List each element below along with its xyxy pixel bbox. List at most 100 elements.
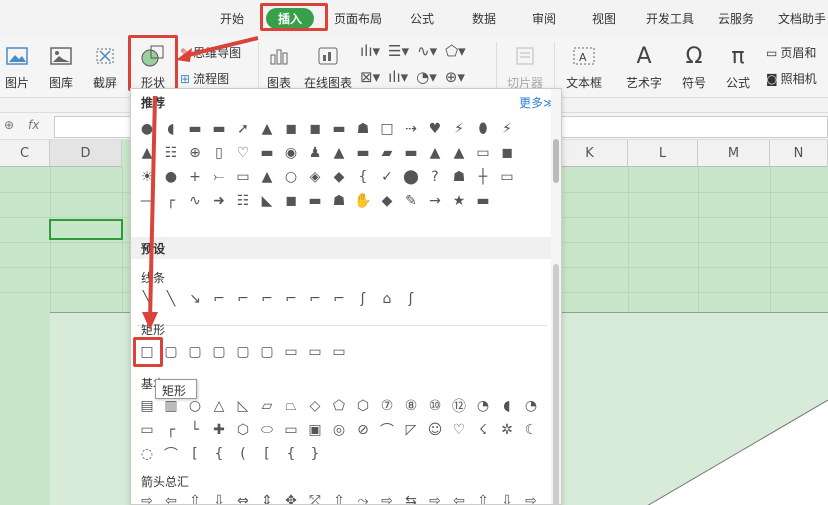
basic-shape-icon[interactable]: ◔ (473, 396, 493, 416)
selected-cell[interactable] (49, 219, 123, 240)
rect-shape-icon[interactable]: ▭ (329, 342, 349, 362)
recommended-shape-icon[interactable]: ◆ (329, 167, 349, 187)
basic-shape-icon[interactable]: ⬭ (257, 420, 277, 440)
pie-chart-icon[interactable]: ◔▾ (416, 68, 437, 86)
wordart-button[interactable]: A 艺术字 (618, 42, 670, 91)
recommended-shape-icon[interactable]: ▲ (425, 143, 445, 163)
chart-types-row-1[interactable]: ılı▾ ☰▾ ∿▾ ⬠▾ (360, 42, 466, 60)
basic-shape-icon[interactable]: ◺ (233, 396, 253, 416)
tab-page-layout[interactable]: 页面布局 (334, 10, 382, 27)
basic-shape-icon[interactable]: ◎ (329, 420, 349, 440)
column-header-d[interactable]: D (50, 140, 122, 167)
basic-shape-icon[interactable]: ⬡ (353, 396, 373, 416)
recommended-shape-icon[interactable]: ☗ (329, 191, 349, 211)
recommended-shape-icon[interactable]: ✎ (401, 191, 421, 211)
recommended-shape-icon[interactable]: ? (425, 167, 445, 187)
recommended-shape-icon[interactable]: ▭ (497, 167, 517, 187)
basic-shape-icon[interactable]: ✚ (209, 420, 229, 440)
column-header-l[interactable]: L (628, 140, 698, 167)
recommended-shape-icon[interactable]: ☗ (449, 167, 469, 187)
arrow-shape-icon[interactable]: ⇕ (257, 491, 277, 504)
recommended-shape-icon[interactable]: ⚡ (497, 119, 517, 139)
recommended-shape-icon[interactable]: ★ (449, 191, 469, 211)
basic-shape-icon[interactable]: ☇ (473, 420, 493, 440)
arrow-shape-icon[interactable]: ⇨ (521, 491, 541, 504)
recommended-shape-icon[interactable]: ▲ (329, 143, 349, 163)
basic-shape-icon[interactable]: ☾ (521, 420, 541, 440)
symbol-button[interactable]: Ω 符号 (676, 42, 712, 91)
scrollbar[interactable] (551, 89, 561, 504)
column-header-k[interactable]: K (552, 140, 628, 167)
column-header-c[interactable]: C (0, 140, 50, 167)
basic-shape-icon[interactable]: ( (233, 444, 253, 464)
chart-types-row-2[interactable]: ⊠▾ ılı▾ ◔▾ ⊕▾ (360, 68, 465, 86)
recommended-shape-icon[interactable]: { (353, 167, 373, 187)
basic-shape-icon[interactable]: ⌒ (377, 420, 397, 440)
arrow-shape-icon[interactable]: ⇧ (473, 491, 493, 504)
zoom-icon[interactable]: ⊕ (4, 118, 14, 132)
recommended-shape-icon[interactable]: ◈ (305, 167, 325, 187)
arrow-shape-icon[interactable]: ⇔ (233, 491, 253, 504)
recommended-shape-icon[interactable]: ☗ (353, 119, 373, 139)
line-shape-icon[interactable]: ⌐ (305, 289, 325, 309)
basic-shape-icon[interactable]: ⊘ (353, 420, 373, 440)
recommended-shape-icon[interactable]: ◼ (281, 119, 301, 139)
basic-shape-icon[interactable]: ⬠ (329, 396, 349, 416)
recommended-shape-icon[interactable]: ⚡ (449, 119, 469, 139)
recommended-shape-icon[interactable]: ▬ (305, 191, 325, 211)
tab-dev-tools[interactable]: 开发工具 (646, 10, 694, 27)
slicer-button[interactable]: 切片器 (505, 42, 545, 91)
screenshot-button[interactable]: 截屏 (88, 42, 122, 91)
line-chart-icon[interactable]: ∿▾ (417, 42, 437, 60)
recommended-shape-icon[interactable]: ◼ (281, 191, 301, 211)
recommended-shape-icon[interactable]: ▲ (449, 143, 469, 163)
basic-shape-icon[interactable]: ⬡ (233, 420, 253, 440)
recommended-shape-icon[interactable]: ▬ (401, 143, 421, 163)
recommended-shape-icon[interactable]: ▬ (353, 143, 373, 163)
rect-shape-icon[interactable]: ▭ (305, 342, 325, 362)
scrollbar-thumb-2[interactable] (553, 264, 559, 504)
basic-shape-icon[interactable]: { (281, 444, 301, 464)
arrow-shape-icon[interactable]: ⇩ (497, 491, 517, 504)
combo-chart-icon[interactable]: ⊕▾ (445, 68, 465, 86)
basic-shape-icon[interactable]: △ (209, 396, 229, 416)
tab-start[interactable]: 开始 (220, 10, 244, 27)
basic-shape-icon[interactable]: [ (185, 444, 205, 464)
recommended-shape-icon[interactable]: ◼ (305, 119, 325, 139)
recommended-shape-icon[interactable]: ◆ (377, 191, 397, 211)
basic-shape-icon[interactable]: ○ (185, 396, 205, 416)
stock-chart-icon[interactable]: ılı▾ (388, 68, 408, 86)
arrow-shape-icon[interactable]: ⤱ (305, 491, 325, 504)
arrow-shape-icon[interactable]: ⇆ (401, 491, 421, 504)
line-shape-icon[interactable]: ʃ (401, 289, 421, 309)
basic-shape-icon[interactable]: ◌ (137, 444, 157, 464)
arrow-shape-icon[interactable]: ⇦ (449, 491, 469, 504)
column-header-m[interactable]: M (698, 140, 770, 167)
recommended-shape-icon[interactable]: ▬ (329, 119, 349, 139)
recommended-shape-icon[interactable]: → (425, 191, 445, 211)
basic-shape-icon[interactable]: } (305, 444, 325, 464)
online-chart-button[interactable]: 在线图表 (300, 42, 356, 91)
line-shape-icon[interactable]: ⌐ (281, 289, 301, 309)
arrow-shape-icon[interactable]: ✥ (281, 491, 301, 504)
recommended-shape-icon[interactable]: ○ (281, 167, 301, 187)
recommended-shape-icon[interactable]: ▬ (473, 191, 493, 211)
line-shape-icon[interactable]: ʃ (353, 289, 373, 309)
textbox-button[interactable]: A 文本框 (562, 42, 606, 91)
recommended-shape-icon[interactable]: ⇢ (401, 119, 421, 139)
basic-shape-icon[interactable]: ♡ (449, 420, 469, 440)
basic-shape-icon[interactable]: ◇ (305, 396, 325, 416)
basic-shape-icon[interactable]: ✲ (497, 420, 517, 440)
arrow-shape-icon[interactable]: ⇧ (329, 491, 349, 504)
column-header-n[interactable]: N (770, 140, 828, 167)
basic-shape-icon[interactable]: [ (257, 444, 277, 464)
line-shape-icon[interactable]: ⌐ (329, 289, 349, 309)
arrow-shape-icon[interactable]: ⇨ (377, 491, 397, 504)
recommended-shape-icon[interactable]: ♟ (305, 143, 325, 163)
rect-shape-icon[interactable]: ▭ (281, 342, 301, 362)
basic-shape-icon[interactable]: ⑫ (449, 396, 469, 416)
basic-shape-icon[interactable]: ◸ (401, 420, 421, 440)
header-footer-button[interactable]: ▭ 页眉和 (766, 44, 816, 61)
basic-shape-icon[interactable]: ▭ (281, 420, 301, 440)
gallery-button[interactable]: 图库 (44, 42, 78, 91)
